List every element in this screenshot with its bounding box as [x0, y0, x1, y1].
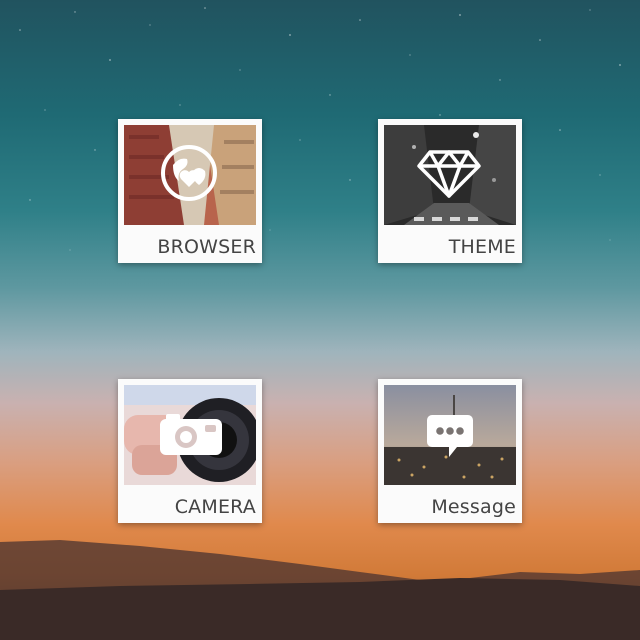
diamond-icon	[417, 150, 481, 198]
browser-label: BROWSER	[157, 236, 256, 258]
camera-icon	[160, 414, 222, 455]
camera-app-shortcut[interactable]: CAMERA	[118, 379, 262, 523]
message-label: Message	[431, 496, 516, 518]
theme-app-shortcut[interactable]: THEME	[378, 119, 522, 263]
wallpaper	[0, 0, 640, 640]
message-app-shortcut[interactable]: Message	[378, 379, 522, 523]
mountain-silhouette	[0, 540, 640, 640]
browser-app-shortcut[interactable]: BROWSER	[118, 119, 262, 263]
globe-heart-icon	[161, 145, 217, 201]
camera-label: CAMERA	[174, 496, 256, 518]
star-field	[19, 7, 621, 251]
chat-bubble-icon	[427, 415, 473, 457]
theme-label: THEME	[448, 236, 516, 258]
